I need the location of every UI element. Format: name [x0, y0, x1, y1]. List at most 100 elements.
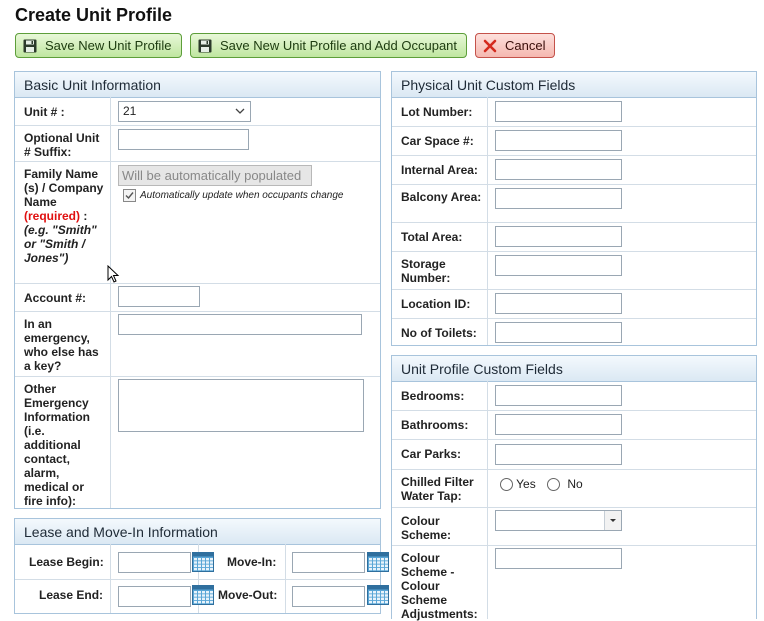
physical-field-input[interactable]: [495, 130, 622, 151]
colour-adjustments-label: Colour Scheme - Colour Scheme Adjustment…: [401, 551, 478, 621]
physical-field-row: Car Space #:: [392, 126, 756, 156]
yes-radio[interactable]: [500, 478, 513, 492]
save-button[interactable]: Save New Unit Profile: [15, 33, 182, 58]
physical-field-input[interactable]: [495, 226, 622, 247]
chevron-down-icon: [235, 108, 245, 114]
lease-begin-label: Lease Begin:: [29, 555, 104, 569]
save-button-label: Save New Unit Profile: [45, 38, 172, 53]
colour-scheme-row: Colour Scheme:: [392, 507, 756, 546]
bedrooms-row: Bedrooms:: [392, 381, 756, 411]
checkbox-icon[interactable]: [123, 189, 136, 202]
physical-field-row: No of Toilets:: [392, 318, 756, 347]
move-in-input[interactable]: [292, 552, 365, 573]
other-emergency-label: Other Emergency Information (i.e. additi…: [24, 382, 90, 508]
bathrooms-label: Bathrooms:: [401, 418, 469, 432]
physical-field-input[interactable]: [495, 322, 622, 343]
car-parks-input[interactable]: [495, 444, 622, 465]
cancel-button[interactable]: Cancel: [475, 33, 555, 58]
chilled-water-label: Chilled Filter Water Tap:: [401, 475, 474, 503]
lease-end-label: Lease End:: [39, 588, 104, 602]
bedrooms-label: Bedrooms:: [401, 389, 465, 403]
family-name-label: Family Name (s) / Company Name (required…: [24, 167, 104, 265]
family-name-text: Family Name (s) / Company Name: [24, 167, 104, 209]
emergency-key-label: In an emergency, who else has a key?: [24, 317, 99, 373]
move-out-calendar-icon[interactable]: [367, 585, 389, 605]
emergency-key-input[interactable]: [118, 314, 362, 335]
caret-down-icon: [610, 519, 616, 522]
colour-scheme-label: Colour Scheme:: [401, 514, 452, 542]
other-emergency-textarea[interactable]: [118, 379, 364, 432]
physical-field-input[interactable]: [495, 255, 622, 276]
physical-field-row: Total Area:: [392, 222, 756, 252]
lease-begin-calendar-icon[interactable]: [192, 552, 214, 572]
dropdown-button[interactable]: [604, 511, 621, 530]
colour-scheme-select[interactable]: [495, 510, 622, 531]
example-text: (e.g. "Smith" or "Smith / Jones"): [24, 223, 97, 265]
account-input[interactable]: [118, 286, 200, 307]
panel-title: Lease and Move-In Information: [15, 519, 380, 545]
required-text: (required): [24, 209, 81, 223]
close-icon: [482, 38, 498, 54]
family-name-input[interactable]: Will be automatically populated: [118, 165, 312, 186]
page-title: Create Unit Profile: [15, 5, 173, 25]
auto-update-label: Automatically update when occupants chan…: [140, 190, 344, 201]
move-out-label: Move-Out:: [218, 588, 278, 602]
bathrooms-input[interactable]: [495, 414, 622, 435]
car-parks-label: Car Parks:: [401, 447, 462, 461]
unit-suffix-label: Optional Unit # Suffix:: [24, 131, 100, 159]
account-row: Account #:: [15, 283, 380, 312]
unit-suffix-input[interactable]: [118, 129, 249, 150]
unit-number-value: 21: [123, 104, 137, 118]
save-and-add-label: Save New Unit Profile and Add Occupant: [220, 38, 458, 53]
physical-field-label: Balcony Area:: [401, 190, 482, 204]
physical-field-input[interactable]: [495, 159, 622, 180]
lease-end-calendar-icon[interactable]: [192, 585, 214, 605]
account-label: Account #:: [24, 291, 87, 305]
save-and-add-occupant-button[interactable]: Save New Unit Profile and Add Occupant: [190, 33, 467, 58]
physical-field-label: Internal Area:: [401, 163, 478, 177]
physical-field-label: Car Space #:: [401, 134, 474, 148]
colour-adjustments-row: Colour Scheme - Colour Scheme Adjustment…: [392, 545, 756, 621]
physical-field-input[interactable]: [495, 101, 622, 122]
no-label: No: [567, 477, 583, 491]
physical-field-label: Location ID:: [401, 297, 471, 311]
floppy-disk-icon: [22, 38, 38, 54]
physical-field-row: Lot Number:: [392, 97, 756, 127]
unit-suffix-row: Optional Unit # Suffix:: [15, 125, 380, 162]
bathrooms-row: Bathrooms:: [392, 410, 756, 440]
physical-field-label: No of Toilets:: [401, 326, 477, 340]
move-in-label: Move-In:: [227, 555, 277, 569]
colour-adjustments-input[interactable]: [495, 548, 622, 569]
bedrooms-input[interactable]: [495, 385, 622, 406]
other-emergency-row: Other Emergency Information (i.e. additi…: [15, 376, 380, 510]
physical-field-row: Internal Area:: [392, 155, 756, 185]
auto-update-checkbox-row[interactable]: Automatically update when occupants chan…: [123, 189, 343, 202]
panel-title: Basic Unit Information: [15, 72, 380, 98]
unit-profile-panel: Unit Profile Custom Fields Bedrooms: Bat…: [391, 355, 757, 621]
physical-field-input[interactable]: [495, 188, 622, 209]
floppy-disk-icon: [197, 38, 213, 54]
lease-end-input[interactable]: [118, 586, 191, 607]
no-radio[interactable]: [547, 478, 561, 492]
physical-field-label: Lot Number:: [401, 105, 473, 119]
panel-title: Physical Unit Custom Fields: [392, 72, 756, 98]
physical-field-label: Storage Number:: [401, 257, 451, 285]
physical-unit-panel: Physical Unit Custom Fields Lot Number: C…: [391, 71, 757, 346]
physical-field-row: Storage Number:: [392, 251, 756, 290]
move-out-input[interactable]: [292, 586, 365, 607]
car-parks-row: Car Parks:: [392, 439, 756, 470]
unit-number-select[interactable]: 21: [118, 101, 251, 122]
cancel-label: Cancel: [505, 38, 546, 53]
chilled-water-radio-group: Yes No: [500, 477, 583, 492]
lease-begin-input[interactable]: [118, 552, 191, 573]
physical-field-row: Balcony Area:: [392, 184, 756, 223]
colon-text: :: [80, 209, 88, 223]
panel-title: Unit Profile Custom Fields: [392, 356, 756, 382]
move-in-calendar-icon[interactable]: [367, 552, 389, 572]
physical-field-input[interactable]: [495, 293, 622, 314]
emergency-key-row: In an emergency, who else has a key?: [15, 311, 380, 377]
physical-field-row: Location ID:: [392, 289, 756, 319]
unit-number-label: Unit # :: [24, 105, 65, 119]
mouse-cursor-icon: [107, 265, 120, 283]
chilled-water-row: Chilled Filter Water Tap: Yes No: [392, 469, 756, 508]
